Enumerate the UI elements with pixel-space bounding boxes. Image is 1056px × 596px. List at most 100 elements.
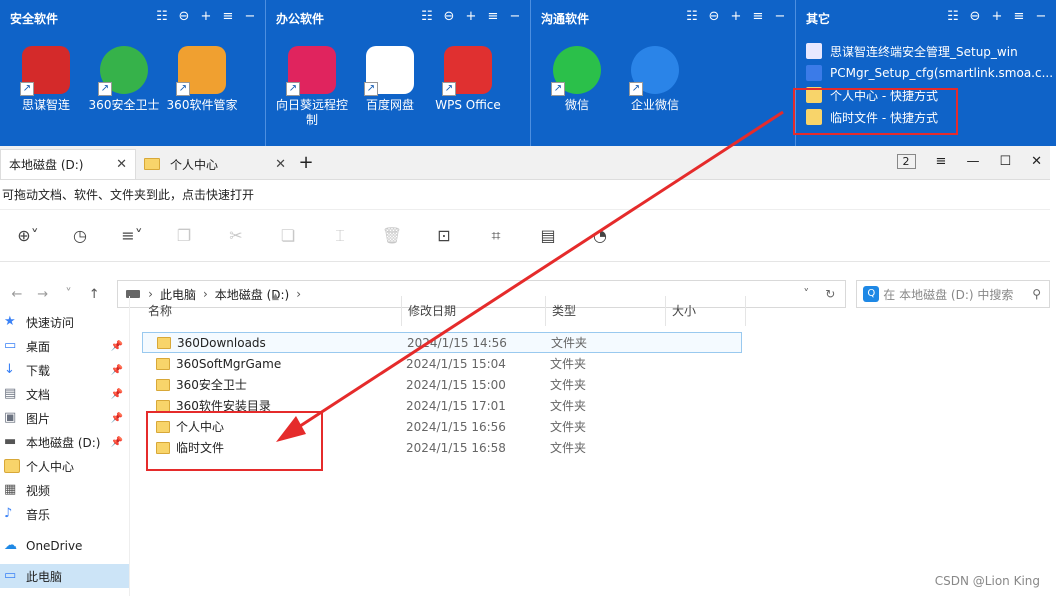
app-sunflower[interactable]: ↗ 向日葵远程控制 [276, 36, 348, 128]
app-wecom[interactable]: ↗ 企业微信 [619, 36, 691, 113]
file-type: 文件夹 [550, 357, 587, 371]
sunflower-icon: ↗ [286, 46, 336, 96]
other-item-installer[interactable]: 思谋智连终端安全管理_Setup_win [806, 40, 1056, 62]
nav-item[interactable]: ▤ 文档 📌 [0, 382, 129, 406]
app-label: 百度网盘 [365, 98, 414, 112]
minimize-icon[interactable]: − [1034, 10, 1048, 24]
drive-icon: ▬ [4, 434, 17, 449]
close-window-button[interactable]: ✕ [1031, 154, 1042, 169]
computer-icon: ▭ [4, 568, 17, 583]
new-window-icon[interactable]: ⊡ [418, 221, 470, 251]
history-icon[interactable]: ◷ [54, 221, 106, 251]
watermark: CSDN @Lion King [934, 574, 1040, 588]
view-menu-icon[interactable]: ≡˅ [106, 221, 158, 251]
lock-icon[interactable]: ⊖ [442, 10, 456, 24]
wechat-icon: ↗ [551, 46, 601, 96]
nav-item[interactable]: ▬ 本地磁盘 (D:) 📌 [0, 430, 129, 454]
file-date: 2024/1/15 16:58 [406, 440, 506, 455]
grid-icon[interactable]: ☷ [420, 10, 434, 24]
minimize-icon[interactable]: − [243, 10, 257, 24]
nav-item[interactable]: ♪ 音乐 [0, 502, 129, 526]
minimize-icon[interactable]: − [508, 10, 522, 24]
new-item-icon[interactable]: ⊕˅ [2, 221, 54, 251]
fence-security: 安全软件 ☷ ⊖ + ≡ − ↗ 思谋智连 ↗ 360安全卫士 ↗ 360软件管家 [0, 0, 266, 146]
nav-item[interactable]: ▭ 桌面 📌 [0, 334, 129, 358]
folder-icon [144, 158, 160, 170]
grid-icon[interactable]: ☷ [155, 10, 169, 24]
column-size[interactable]: 大小 [666, 296, 746, 326]
close-icon[interactable]: ✕ [275, 157, 286, 172]
nav-item-label: 音乐 [26, 507, 51, 522]
tab-personal-center[interactable]: 个人中心 ✕ [136, 149, 294, 179]
tab-count-badge[interactable]: 2 [896, 154, 916, 169]
nav-item[interactable]: 个人中心 [0, 454, 129, 478]
paste-icon[interactable]: ❏ [262, 221, 314, 251]
nav-item[interactable]: ↓ 下载 📌 [0, 358, 129, 382]
plus-icon[interactable]: + [729, 10, 743, 24]
app-baidu-pan[interactable]: ↗ 百度网盘 [354, 36, 426, 128]
app-360-safe[interactable]: ↗ 360安全卫士 [88, 36, 160, 113]
lock-icon[interactable]: ⊖ [707, 10, 721, 24]
navigation-pane: ★ 快速访问 ▭ 桌面 📌 ↓ 下载 📌 ▤ 文档 📌 ▣ 图片 📌 ▬ 本地磁盘 (D:) 📌 个人中心 ▦ 视频 ♪… [0, 296, 130, 596]
tab-bar: 本地磁盘 (D:) ✕ 个人中心 ✕ + 2 ≡ — ☐ ✕ [0, 146, 1050, 180]
app-wps[interactable]: ↗ WPS Office [432, 36, 504, 128]
cut-icon[interactable]: ✂ [210, 221, 262, 251]
plus-icon[interactable]: + [199, 10, 213, 24]
minimize-button[interactable]: — [966, 154, 979, 169]
nav-item[interactable]: ▦ 视频 [0, 478, 129, 502]
pin-icon[interactable]: 📌 [111, 437, 123, 448]
menu-icon[interactable]: ≡ [751, 10, 765, 24]
nav-item[interactable]: ▭ 此电脑 [0, 564, 129, 588]
grid-icon[interactable]: ☷ [685, 10, 699, 24]
crop-icon[interactable]: ⌗ [470, 221, 522, 251]
pin-icon[interactable]: 📌 [111, 413, 123, 424]
tab-local-disk[interactable]: 本地磁盘 (D:) ✕ [0, 149, 136, 179]
shortcut-arrow-icon: ↗ [286, 82, 300, 96]
close-icon[interactable]: ✕ [116, 157, 127, 172]
app-360-soft[interactable]: ↗ 360软件管家 [166, 36, 238, 113]
app-wechat[interactable]: ↗ 微信 [541, 36, 613, 113]
nav-item[interactable]: ☁ OneDrive [0, 534, 129, 558]
menu-icon[interactable]: ≡ [221, 10, 235, 24]
pin-icon[interactable]: 📌 [111, 365, 123, 376]
lock-icon[interactable]: ⊖ [177, 10, 191, 24]
other-item-label: 思谋智连终端安全管理_Setup_win [830, 44, 1018, 59]
copy-icon[interactable]: ❐ [158, 221, 210, 251]
minimize-icon[interactable]: − [773, 10, 787, 24]
menu-icon[interactable]: ≡ [486, 10, 500, 24]
table-row[interactable]: 360安全卫士 2024/1/15 15:00 文件夹 [142, 374, 742, 395]
document-icon: ▤ [4, 386, 17, 401]
delete-icon[interactable]: 🗑 [366, 221, 418, 251]
table-row[interactable]: 360Downloads 2024/1/15 14:56 文件夹 [142, 332, 742, 353]
folder-icon [4, 459, 20, 473]
pin-icon[interactable]: 📌 [111, 389, 123, 400]
menu-icon[interactable]: ≡ [1012, 10, 1026, 24]
video-icon: ▦ [4, 482, 17, 497]
fence-toolbar: ☷ ⊖ + ≡ − [155, 10, 257, 24]
new-tab-button[interactable]: + [294, 149, 318, 179]
other-item-pcmgr[interactable]: PCMgr_Setup_cfg(smartlink.smoa.c... [806, 62, 1056, 84]
app-sismo[interactable]: ↗ 思谋智连 [10, 36, 82, 113]
grid-icon[interactable]: ☷ [946, 10, 960, 24]
column-date[interactable]: 修改日期 [402, 296, 546, 326]
lock-icon[interactable]: ⊖ [968, 10, 982, 24]
notepad-icon[interactable]: ▤ [522, 221, 574, 251]
nav-item[interactable]: ★ 快速访问 [0, 310, 129, 334]
rename-icon[interactable]: ⌶ [314, 221, 366, 251]
file-type: 文件夹 [550, 420, 587, 434]
shortcut-arrow-icon: ↗ [442, 82, 456, 96]
column-type[interactable]: 类型 [546, 296, 666, 326]
timer-icon[interactable]: ◔ [574, 221, 626, 251]
table-row[interactable]: 360SoftMgrGame 2024/1/15 15:04 文件夹 [142, 353, 742, 374]
shortcut-arrow-icon: ↗ [551, 82, 565, 96]
file-name-cell: 360SoftMgrGame [142, 357, 398, 371]
plus-icon[interactable]: + [990, 10, 1004, 24]
pin-icon[interactable]: 📌 [111, 341, 123, 352]
fence-toolbar: ☷ ⊖ + ≡ − [420, 10, 522, 24]
sismo-icon: ↗ [20, 46, 70, 96]
plus-icon[interactable]: + [464, 10, 478, 24]
menu-icon[interactable]: ≡ [936, 154, 947, 169]
maximize-button[interactable]: ☐ [999, 154, 1011, 169]
nav-item[interactable]: ▣ 图片 📌 [0, 406, 129, 430]
baidu-pan-icon: ↗ [364, 46, 414, 96]
